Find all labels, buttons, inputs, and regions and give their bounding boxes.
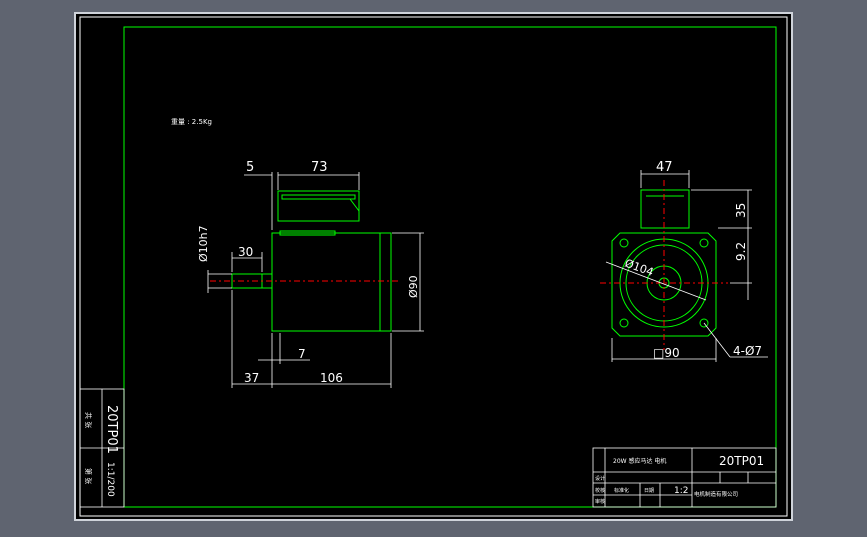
dim-top-box: 73	[311, 160, 328, 175]
drawing-canvas[interactable]: 重量 : 2.5Kg 5 73 Ø10h7 30 Ø90 7 37 106 47…	[0, 0, 867, 533]
title-col-label: 审核	[595, 498, 605, 505]
dim-shaft-total: 37	[244, 371, 259, 385]
dim-top-small: 5	[246, 160, 254, 175]
title-col-label: 设计	[595, 475, 605, 482]
dim-body-dia: Ø90	[407, 275, 420, 298]
dim-box-height: 35	[734, 203, 748, 218]
dim-square: □90	[653, 346, 680, 360]
side-ratio: 1:1/200	[105, 462, 115, 497]
dim-flange: 7	[298, 347, 306, 361]
dim-shaft-len: 30	[238, 245, 253, 259]
side-label-b: 第 张	[84, 468, 93, 484]
dim-shaft-dia: Ø10h7	[197, 225, 210, 262]
dim-body-len: 106	[320, 371, 343, 385]
side-model: 20TP01	[104, 405, 119, 454]
title-model: 20TP01	[719, 454, 764, 468]
weight-label: 重量 : 2.5Kg	[171, 118, 212, 126]
title-company: 电机制造有限公司	[694, 490, 738, 498]
title-col-label: 日期	[644, 488, 654, 494]
dim-holes: 4-Ø7	[733, 344, 762, 358]
title-scale: 1:2	[674, 486, 688, 496]
title-description: 20W 感应马达 电机	[613, 457, 666, 465]
side-label-a: 共 张	[84, 412, 93, 428]
drawing-sheet	[74, 12, 793, 521]
cad-viewport[interactable]: 重量 : 2.5Kg 5 73 Ø10h7 30 Ø90 7 37 106 47…	[0, 0, 867, 533]
dim-box-width: 47	[656, 160, 673, 175]
dim-offset: 9.2	[734, 242, 748, 261]
title-col-label: 标准化	[614, 487, 629, 494]
title-col-label: 校核	[595, 487, 605, 494]
